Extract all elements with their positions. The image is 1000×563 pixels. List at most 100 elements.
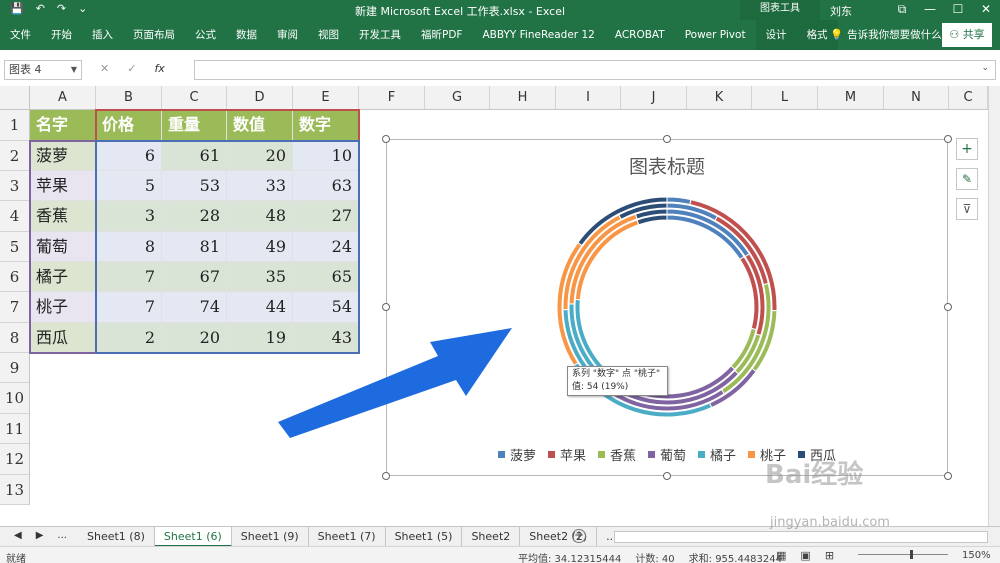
formula-input[interactable]: ⌄	[194, 60, 996, 80]
legend-item[interactable]: 葡萄	[647, 445, 686, 464]
resize-handle-nw[interactable]	[382, 135, 390, 143]
select-all-corner[interactable]	[0, 86, 30, 110]
legend-item[interactable]: 菠萝	[497, 445, 536, 464]
normal-view-icon[interactable]: ▦	[776, 549, 786, 562]
legend-item[interactable]: 苹果	[547, 445, 586, 464]
status-average[interactable]: 平均值: 34.12315444	[518, 550, 621, 563]
column-header-e[interactable]: E	[293, 86, 359, 110]
zoom-slider-thumb[interactable]	[910, 550, 913, 559]
zoom-level[interactable]: 150%	[962, 550, 991, 561]
prev-sheet-icon[interactable]: ◀	[14, 530, 22, 541]
row-header-4[interactable]: 4	[0, 201, 30, 232]
resize-handle-sw[interactable]	[382, 472, 390, 480]
tab-acrobat[interactable]: ACROBAT	[605, 20, 675, 50]
cancel-icon[interactable]: ✕	[100, 62, 109, 75]
status-sum[interactable]: 求和: 955.4483244	[689, 550, 782, 563]
resize-handle-w[interactable]	[382, 303, 390, 311]
tab-view[interactable]: 视图	[308, 20, 349, 50]
column-header-o[interactable]: C	[949, 86, 988, 110]
resize-handle-e[interactable]	[944, 303, 952, 311]
horizontal-scrollbar[interactable]	[614, 531, 988, 543]
tab-page-layout[interactable]: 页面布局	[123, 20, 185, 50]
column-header-i[interactable]: I	[556, 86, 621, 110]
resize-handle-ne[interactable]	[944, 135, 952, 143]
sheet-tab[interactable]: Sheet1 (8)	[78, 527, 155, 547]
header-cell-name[interactable]: 名字	[30, 110, 96, 141]
column-header-k[interactable]: K	[687, 86, 752, 110]
add-sheet-button[interactable]: +	[572, 529, 586, 543]
tab-data[interactable]: 数据	[226, 20, 267, 50]
column-header-a[interactable]: A	[30, 86, 96, 110]
more-sheets-left[interactable]: ...	[57, 530, 67, 541]
sheet-tab[interactable]: Sheet1 (9)	[232, 527, 309, 547]
chart-title[interactable]: 图表标题	[387, 152, 947, 179]
chart-styles-button[interactable]: ✎	[956, 168, 978, 190]
sheet-tab[interactable]: Sheet1 (5)	[386, 527, 463, 547]
row-header-13[interactable]: 13	[0, 475, 30, 505]
tab-review[interactable]: 审阅	[267, 20, 308, 50]
minimize-button[interactable]: —	[916, 0, 944, 20]
column-header-d[interactable]: D	[227, 86, 293, 110]
resize-handle-se[interactable]	[944, 472, 952, 480]
row-header-12[interactable]: 12	[0, 444, 30, 475]
ribbon-display-icon[interactable]: ⧉	[888, 0, 916, 20]
row-header-11[interactable]: 11	[0, 414, 30, 444]
sheet-tab-active[interactable]: Sheet1 (6)	[154, 527, 232, 547]
column-header-b[interactable]: B	[96, 86, 162, 110]
page-layout-view-icon[interactable]: ▣	[800, 549, 810, 562]
name-box[interactable]: 图表 4 ▼	[4, 60, 82, 80]
page-break-view-icon[interactable]: ⊞	[825, 549, 834, 562]
vertical-scrollbar[interactable]	[988, 86, 1000, 526]
tab-developer[interactable]: 开发工具	[349, 20, 411, 50]
row-header-7[interactable]: 7	[0, 292, 30, 323]
sheet-tab[interactable]: Sheet2	[462, 527, 521, 547]
tab-design[interactable]: 设计	[755, 20, 797, 50]
column-header-g[interactable]: G	[425, 86, 490, 110]
expand-formula-icon[interactable]: ⌄	[981, 63, 989, 73]
tab-foxit-pdf[interactable]: 福昕PDF	[411, 20, 472, 50]
tab-file[interactable]: 文件	[0, 20, 41, 50]
customize-qat-icon[interactable]: ⌄	[78, 2, 87, 15]
tab-formulas[interactable]: 公式	[185, 20, 226, 50]
row-header-3[interactable]: 3	[0, 171, 30, 201]
user-name[interactable]: 刘东	[830, 3, 852, 19]
undo-icon[interactable]: ↶	[36, 2, 45, 15]
row-header-1[interactable]: 1	[0, 110, 30, 141]
sheet-tab[interactable]: Sheet1 (7)	[309, 527, 386, 547]
tab-home[interactable]: 开始	[41, 20, 82, 50]
tell-me-box[interactable]: 💡 告诉我你想要做什么	[830, 27, 942, 42]
column-header-h[interactable]: H	[490, 86, 556, 110]
row-header-10[interactable]: 10	[0, 383, 30, 414]
redo-icon[interactable]: ↷	[57, 2, 66, 15]
insert-function-icon[interactable]: fx	[154, 62, 164, 75]
column-header-l[interactable]: L	[752, 86, 818, 110]
row-header-8[interactable]: 8	[0, 323, 30, 353]
resize-handle-n[interactable]	[663, 135, 671, 143]
column-header-j[interactable]: J	[621, 86, 687, 110]
row-header-5[interactable]: 5	[0, 232, 30, 262]
tab-power-pivot[interactable]: Power Pivot	[675, 20, 756, 50]
row-header-6[interactable]: 6	[0, 262, 30, 292]
legend-item[interactable]: 香蕉	[597, 445, 636, 464]
chart-elements-button[interactable]: +	[956, 138, 978, 160]
tab-insert[interactable]: 插入	[82, 20, 123, 50]
column-header-n[interactable]: N	[884, 86, 949, 110]
row-header-2[interactable]: 2	[0, 141, 30, 171]
close-button[interactable]: ✕	[972, 0, 1000, 20]
column-header-f[interactable]: F	[359, 86, 425, 110]
column-header-c[interactable]: C	[162, 86, 227, 110]
save-icon[interactable]: 💾	[10, 2, 24, 15]
column-header-m[interactable]: M	[818, 86, 884, 110]
chart-filters-button[interactable]: ⊽	[956, 198, 978, 220]
maximize-button[interactable]: ☐	[944, 0, 972, 20]
confirm-icon[interactable]: ✓	[127, 62, 136, 75]
legend-item[interactable]: 橘子	[698, 445, 736, 464]
resize-handle-s[interactable]	[663, 472, 671, 480]
tab-abbyy[interactable]: ABBYY FineReader 12	[472, 20, 604, 50]
status-count[interactable]: 计数: 40	[635, 550, 674, 563]
share-button[interactable]: ⚇ 共享	[942, 23, 992, 47]
next-sheet-icon[interactable]: ▶	[36, 530, 44, 541]
row-header-9[interactable]: 9	[0, 353, 30, 383]
chevron-down-icon[interactable]: ▼	[71, 61, 77, 79]
zoom-slider[interactable]	[858, 554, 948, 555]
